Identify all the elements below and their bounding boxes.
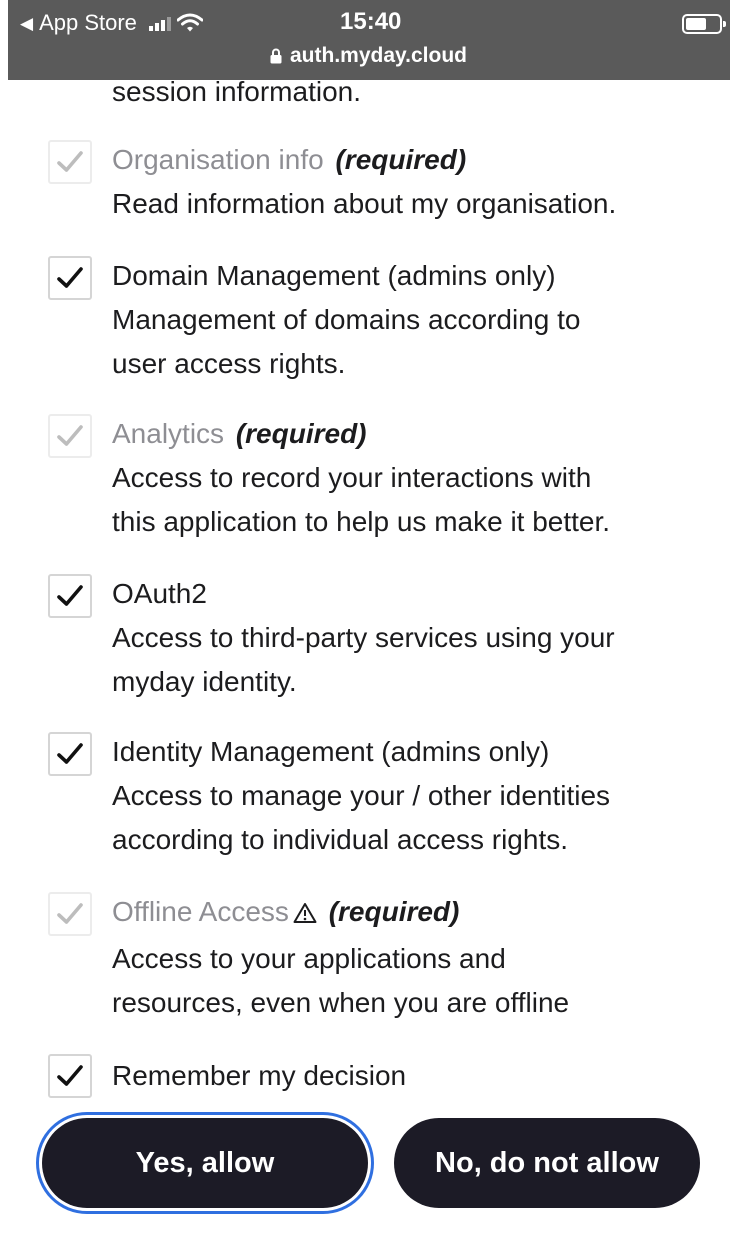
back-app-label: App Store xyxy=(39,10,137,35)
checkmark-icon xyxy=(57,425,83,446)
checkmark-icon xyxy=(57,1065,83,1086)
scope-title: Identity Management (admins only) xyxy=(112,736,550,767)
checkmark-icon xyxy=(57,743,83,764)
scope-description-line: Access to third-party services using you… xyxy=(112,622,615,653)
offline-access-checkbox[interactable] xyxy=(48,892,92,936)
organisation-info-checkbox[interactable] xyxy=(48,140,92,184)
checkmark-icon xyxy=(57,903,83,924)
clock-time: 15:40 xyxy=(340,8,402,35)
scope-description-line: Access to record your interactions with xyxy=(112,462,592,493)
wifi-icon xyxy=(176,13,203,33)
scope-title: Offline Access (required) xyxy=(112,890,712,937)
scope-description: Read information about my organisation. xyxy=(112,188,617,219)
checkmark-icon xyxy=(57,585,83,606)
back-to-app-store[interactable]: ◀ App Store xyxy=(20,10,203,36)
scope-description-line: resources, even when you are offline xyxy=(112,987,570,1018)
analytics-checkbox[interactable] xyxy=(48,414,92,458)
scope-description-line: Access to your applications and xyxy=(112,943,506,974)
required-label: (required) xyxy=(335,144,467,175)
remember-decision-label: Remember my decision xyxy=(112,1060,407,1091)
status-bar: ◀ App Store 15:40 auth.myday.cloud xyxy=(8,0,730,80)
checkmark-icon xyxy=(57,151,83,172)
domain-management-checkbox[interactable] xyxy=(48,256,92,300)
scope-title: Analytics (required) xyxy=(112,418,367,449)
remember-decision-checkbox[interactable] xyxy=(48,1054,92,1098)
scope-title: OAuth2 xyxy=(112,578,207,609)
required-label: (required) xyxy=(235,418,367,449)
required-label: (required) xyxy=(328,896,460,927)
lock-icon xyxy=(270,48,282,64)
scope-description-line: Management of domains according to xyxy=(112,304,581,335)
scope-description-line: user access rights. xyxy=(112,348,346,379)
scope-description-line: myday identity. xyxy=(112,666,297,697)
scope-title: Domain Management (admins only) xyxy=(112,260,556,291)
scope-description-line: this application to help us make it bett… xyxy=(112,506,611,537)
scope-description-line: according to individual access rights. xyxy=(112,824,569,855)
deny-button[interactable]: No, do not allow xyxy=(394,1118,700,1208)
warning-triangle-icon xyxy=(293,893,317,937)
checkmark-icon xyxy=(57,267,83,288)
url-text: auth.myday.cloud xyxy=(290,44,467,67)
scope-description-line: Access to manage your / other identities xyxy=(112,780,611,811)
url-bar[interactable]: auth.myday.cloud xyxy=(270,44,467,68)
allow-button[interactable]: Yes, allow xyxy=(42,1118,368,1208)
oauth2-checkbox[interactable] xyxy=(48,574,92,618)
cellular-signal-icon xyxy=(148,15,171,31)
scope-title: Organisation info (required) xyxy=(112,144,467,175)
battery-icon xyxy=(682,14,726,34)
back-triangle-icon: ◀ xyxy=(20,13,34,33)
identity-management-checkbox[interactable] xyxy=(48,732,92,776)
